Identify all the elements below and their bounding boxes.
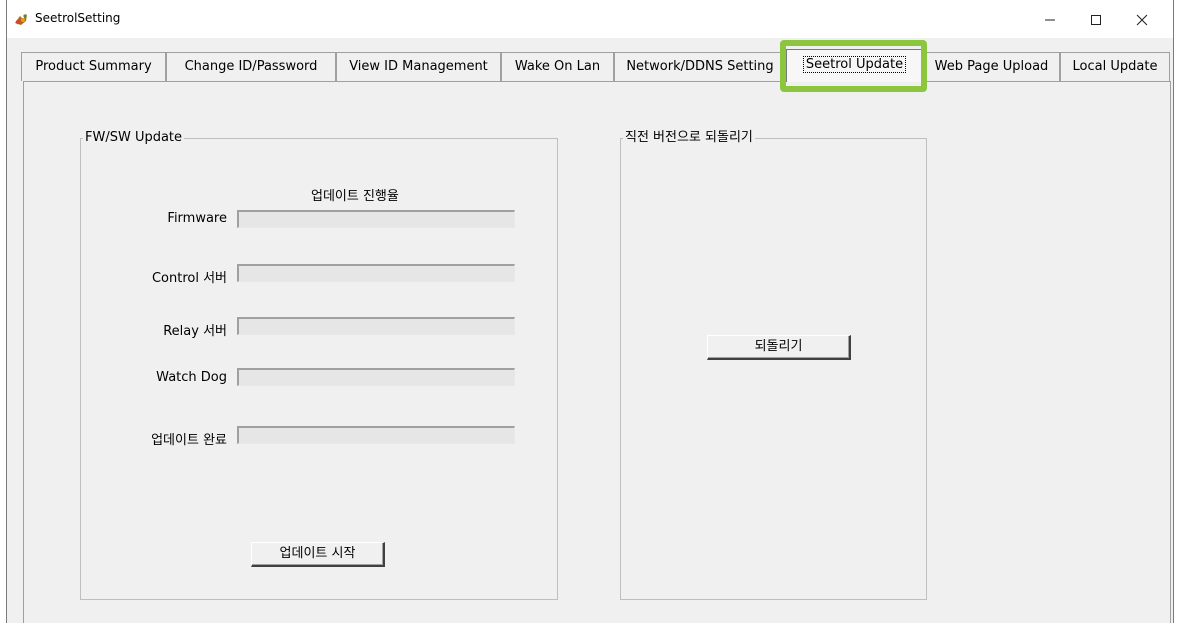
maximize-icon (1091, 14, 1101, 25)
progress-update-complete (237, 426, 515, 444)
minimize-icon (1045, 19, 1055, 20)
group-fw-sw-update: FW/SW Update 업데이트 진행율 Firmware Control 서… (80, 130, 558, 600)
progress-relay-server (237, 317, 515, 335)
label-control-server: Control 서버 (151, 271, 227, 286)
seetrol-app-icon (13, 11, 29, 27)
rollback-button[interactable]: 되돌리기 (707, 335, 851, 360)
progress-control-server (237, 264, 515, 282)
label-update-complete: 업데이트 완료 (151, 433, 227, 448)
tab-view-id-management[interactable]: View ID Management (336, 52, 501, 81)
tab-panel-seetrol-update: FW/SW Update 업데이트 진행율 Firmware Control 서… (23, 81, 1171, 623)
tab-wake-on-lan[interactable]: Wake On Lan (501, 52, 614, 81)
seetrol-setting-window: SeetrolSetting Product Summary Change ID… (6, 0, 1174, 623)
tab-product-summary[interactable]: Product Summary (21, 52, 166, 81)
tab-local-update[interactable]: Local Update (1060, 52, 1170, 81)
window-title: SeetrolSetting (35, 11, 121, 25)
highlight-annotation (780, 40, 927, 92)
tab-network-ddns-setting[interactable]: Network/DDNS Setting (614, 52, 786, 81)
group-rollback: 직전 버전으로 되돌리기 되돌리기 (620, 130, 927, 600)
group-rollback-title: 직전 버전으로 되돌리기 (623, 130, 755, 146)
tab-web-page-upload[interactable]: Web Page Upload (923, 52, 1060, 81)
label-watch-dog: Watch Dog (156, 370, 227, 385)
close-button[interactable] (1119, 0, 1165, 38)
close-icon (1136, 14, 1148, 25)
start-update-button[interactable]: 업데이트 시작 (251, 542, 385, 567)
progress-header: 업데이트 진행율 (311, 189, 399, 204)
progress-firmware (237, 210, 515, 228)
group-fw-sw-update-title: FW/SW Update (83, 130, 185, 146)
tab-change-id-password[interactable]: Change ID/Password (166, 52, 336, 81)
label-relay-server: Relay 서버 (163, 324, 227, 339)
maximize-button[interactable] (1073, 0, 1119, 38)
label-firmware: Firmware (167, 211, 227, 226)
minimize-button[interactable] (1027, 0, 1073, 38)
title-bar[interactable]: SeetrolSetting (7, 0, 1173, 38)
progress-watch-dog (237, 368, 515, 386)
